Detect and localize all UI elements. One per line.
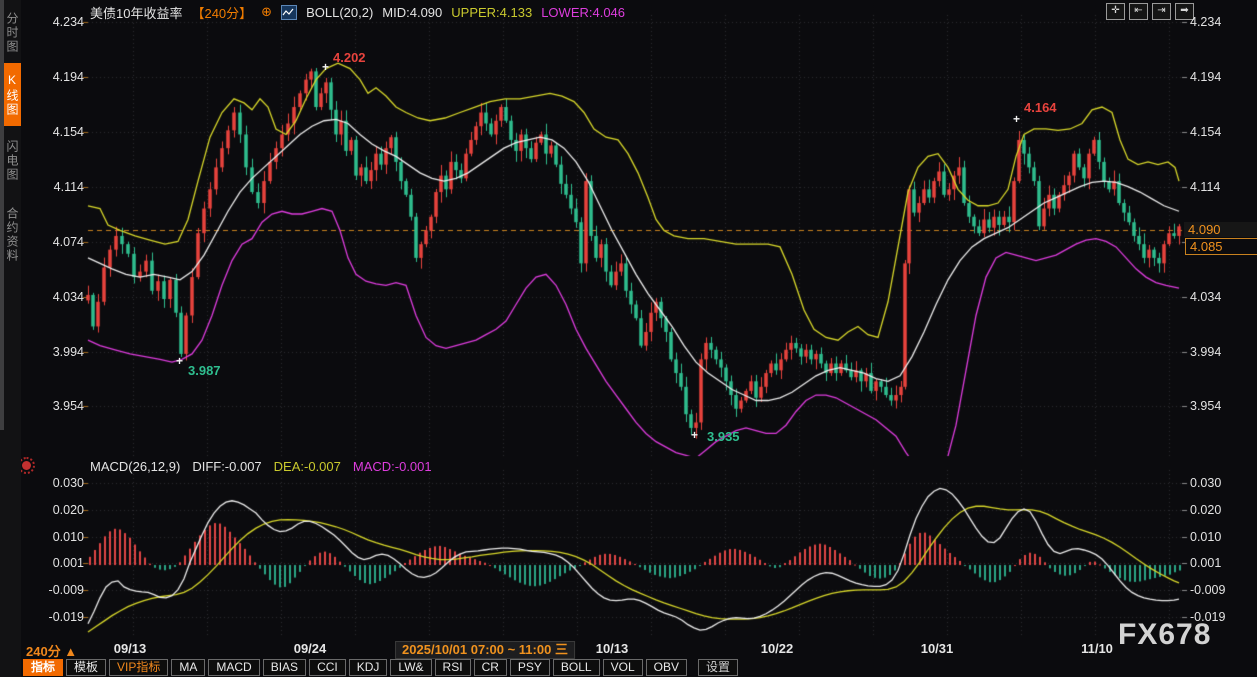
macd-axis-right-label: -0.009 xyxy=(1190,583,1225,597)
chart-toolbar-icons: ✛⇤⇥➡ xyxy=(1106,3,1194,20)
add-indicator-icon[interactable]: ⊕ xyxy=(261,4,272,20)
macd-diff-value: DIFF:-0.007 xyxy=(192,459,261,474)
sidebar-item-1[interactable]: 分时图 xyxy=(4,5,21,61)
macd-axis-right-label: -0.019 xyxy=(1190,610,1225,624)
macd-axis-left-label: 0.001 xyxy=(26,556,84,570)
xaxis-date-label: 2025/10/01 07:00 ~ 11:00 三 xyxy=(395,641,575,659)
price-axis-right-label: 3.994 xyxy=(1190,345,1221,359)
chart-canvas[interactable] xyxy=(0,0,1257,677)
toolbar-item-BIAS[interactable]: BIAS xyxy=(263,659,306,676)
zoom-out-icon[interactable]: ⇤ xyxy=(1129,3,1148,20)
macd-dea-value: DEA:-0.007 xyxy=(274,459,341,474)
xaxis-date-label: 09/13 xyxy=(114,641,147,656)
price-axis-left-label: 4.034 xyxy=(26,290,84,304)
macd-label: MACD(26,12,9) xyxy=(90,459,180,474)
toolbar-item-VOL[interactable]: VOL xyxy=(603,659,643,676)
last-price-tag: 4.085 xyxy=(1185,238,1257,255)
toolbar-item-模板[interactable]: 模板 xyxy=(66,659,106,676)
toolbar-item-CR[interactable]: CR xyxy=(474,659,507,676)
price-annotation: 3.935 xyxy=(707,429,740,444)
toolbar-item-MACD[interactable]: MACD xyxy=(208,659,259,676)
boll-chart-icon[interactable] xyxy=(281,5,297,20)
period-badge[interactable]: 【240分】 xyxy=(191,3,252,22)
macd-axis-right-label: 0.020 xyxy=(1190,503,1221,517)
xaxis-date-label: 10/31 xyxy=(921,641,954,656)
price-axis-left-label: 3.954 xyxy=(26,399,84,413)
price-axis-left-label: 4.234 xyxy=(26,15,84,29)
sidebar-item-2[interactable]: K线图 xyxy=(4,63,21,126)
price-axis-right-label: 3.954 xyxy=(1190,399,1221,413)
toolbar-item-BOLL[interactable]: BOLL xyxy=(553,659,600,676)
price-axis-left-label: 4.194 xyxy=(26,70,84,84)
macd-macd-value: MACD:-0.001 xyxy=(353,459,432,474)
toolbar-item-LW&[interactable]: LW& xyxy=(390,659,431,676)
boll-label: BOLL(20,2) xyxy=(306,5,373,20)
macd-axis-right-label: 0.010 xyxy=(1190,530,1221,544)
price-marker-cross: + xyxy=(1013,112,1020,126)
xaxis-period-label[interactable]: 240分 ▲ xyxy=(26,641,77,660)
price-axis-right-label: 4.114 xyxy=(1190,180,1220,194)
xaxis-date-label: 11/10 xyxy=(1081,641,1113,656)
macd-axis-right-label: 0.030 xyxy=(1190,476,1221,490)
xaxis-date-label: 10/22 xyxy=(761,641,794,656)
bottom-toolbar: 指标模板VIP指标MAMACDBIASCCIKDJLW&RSICRPSYBOLL… xyxy=(23,659,738,676)
price-annotation: 4.164 xyxy=(1024,100,1057,115)
price-axis-left-label: 4.114 xyxy=(26,180,84,194)
price-axis-right-label: 4.034 xyxy=(1190,290,1221,304)
price-marker-cross: + xyxy=(691,428,698,442)
boll-lower-value: LOWER:4.046 xyxy=(541,5,625,20)
toolbar-item-RSI[interactable]: RSI xyxy=(435,659,471,676)
macd-axis-left-label: 0.030 xyxy=(26,476,84,490)
macd-axis-left-label: -0.009 xyxy=(26,583,84,597)
price-axis-right-label: 4.194 xyxy=(1190,70,1221,84)
price-marker-cross: + xyxy=(176,354,183,368)
price-axis-right-label: 4.154 xyxy=(1190,125,1221,139)
price-annotation: 3.987 xyxy=(188,363,221,378)
toolbar-item-CCI[interactable]: CCI xyxy=(309,659,346,676)
hline-price-tag: 4.090 xyxy=(1184,222,1257,237)
toolbar-item-OBV[interactable]: OBV xyxy=(646,659,687,676)
toolbar-item-VIP指标[interactable]: VIP指标 xyxy=(109,659,168,676)
chart-title-bar: 美债10年收益率 【240分】 ⊕ BOLL(20,2) MID:4.090 U… xyxy=(90,4,625,20)
price-axis-left-label: 4.154 xyxy=(26,125,84,139)
toolbar-item-KDJ[interactable]: KDJ xyxy=(349,659,388,676)
macd-axis-right-label: 0.001 xyxy=(1190,556,1221,570)
instrument-title: 美债10年收益率 xyxy=(90,3,182,22)
macd-axis-left-label: 0.010 xyxy=(26,530,84,544)
xaxis-date-label: 09/24 xyxy=(294,641,327,656)
zoom-in-icon[interactable]: ⇥ xyxy=(1152,3,1171,20)
price-axis-left-label: 4.074 xyxy=(26,235,84,249)
indicator-marker-icon[interactable] xyxy=(22,461,31,470)
xaxis-date-label: 10/13 xyxy=(596,641,629,656)
macd-axis-left-label: -0.019 xyxy=(26,610,84,624)
sidebar-item-3[interactable]: 闪电图 xyxy=(4,131,21,191)
left-sidebar: 分时图 K线图闪电图合约资料 xyxy=(0,0,21,677)
price-axis-right-label: 4.234 xyxy=(1190,15,1221,29)
boll-upper-value: UPPER:4.133 xyxy=(451,5,532,20)
sidebar-item-4[interactable]: 合约资料 xyxy=(4,197,21,273)
toolbar-item-PSY[interactable]: PSY xyxy=(510,659,550,676)
price-axis-left-label: 3.994 xyxy=(26,345,84,359)
toolbar-item-MA[interactable]: MA xyxy=(171,659,205,676)
price-annotation: 4.202 xyxy=(333,50,366,65)
crosshair-icon[interactable]: ✛ xyxy=(1106,3,1125,20)
macd-header: MACD(26,12,9) DIFF:-0.007 DEA:-0.007 MAC… xyxy=(90,459,432,474)
boll-mid-value: MID:4.090 xyxy=(382,5,442,20)
toolbar-item-指标[interactable]: 指标 xyxy=(23,659,63,676)
macd-axis-left-label: 0.020 xyxy=(26,503,84,517)
price-marker-cross: + xyxy=(322,60,329,74)
toolbar-item-设置[interactable]: 设置 xyxy=(698,659,738,676)
trading-app: 分时图 K线图闪电图合约资料 美债10年收益率 【240分】 ⊕ BOLL(20,… xyxy=(0,0,1257,677)
